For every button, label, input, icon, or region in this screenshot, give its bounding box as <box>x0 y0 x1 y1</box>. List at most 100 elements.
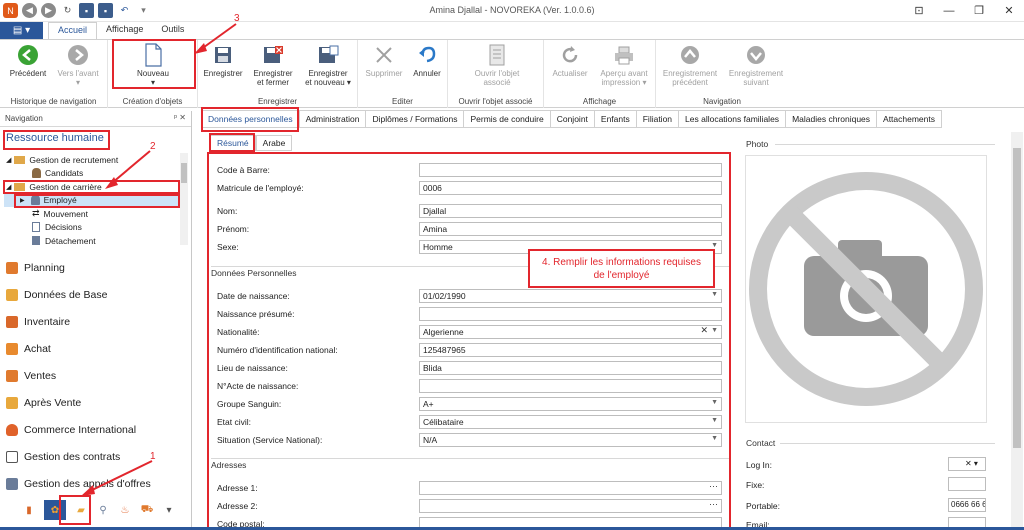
module-after-sales[interactable]: Après Vente <box>6 389 186 416</box>
printer-icon <box>615 46 633 65</box>
cancel-button[interactable]: Annuler <box>408 43 446 78</box>
tree-item-decisions[interactable]: Décisions <box>4 221 180 235</box>
undo-arrow-icon <box>419 46 436 63</box>
annotation-note: 4. Remplir les informations requises de … <box>528 249 715 288</box>
save-and-close-button[interactable]: Enregistrer et fermer <box>250 43 296 87</box>
delete-button[interactable]: Supprimer <box>364 43 404 78</box>
photo-area[interactable] <box>745 155 987 423</box>
refresh-button[interactable]: Actualiser <box>550 43 590 78</box>
tender-icon <box>6 477 18 490</box>
annotation-arrow-2 <box>105 150 151 189</box>
annotation-arrow-3 <box>194 23 237 54</box>
forward-button[interactable]: Vers l'avant ▾ <box>54 43 102 87</box>
login-select[interactable]: ✕ ▾ <box>948 457 986 471</box>
annotation-box-employee <box>14 194 180 208</box>
refresh-circle-icon <box>562 46 578 63</box>
annotation-box-form <box>207 152 731 530</box>
ribbon-tab-accueil[interactable]: Accueil <box>48 22 98 39</box>
window-title: Amina Djallal - NOVOREKA (Ver. 1.0.0.6) <box>429 5 595 15</box>
ribbon-tab-bar: ▤ ▾ Accueil Affichage Outils <box>0 22 1024 39</box>
document-list-icon <box>489 44 505 66</box>
ribbon-tab-affichage[interactable]: Affichage <box>97 22 152 39</box>
stamp-icon[interactable]: ⚲ <box>96 503 110 517</box>
annotation-box-hr <box>3 130 110 150</box>
tab-administration[interactable]: Administration <box>299 110 367 128</box>
module-sales[interactable]: Ventes <box>6 362 186 389</box>
no-camera-icon <box>749 172 983 406</box>
module-international[interactable]: Commerce International <box>6 416 186 443</box>
tab-driving-license[interactable]: Permis de conduire <box>464 110 551 128</box>
contact-label: Contact <box>746 438 776 448</box>
tab-attachments[interactable]: Attachements <box>877 110 943 128</box>
more-icon[interactable]: ▾ <box>162 503 176 517</box>
tree-item-detachment[interactable]: Détachement <box>4 234 180 245</box>
ribbon-group-navigation: Enregistrement précédent Enregistrement su… <box>656 40 788 108</box>
inventory-icon <box>6 315 18 328</box>
arrow-right-icon <box>68 45 88 65</box>
arrow-up-icon <box>681 46 699 64</box>
ribbon-display-icon[interactable]: ⊡ <box>904 0 934 21</box>
annotation-box-new <box>112 39 196 89</box>
contact-mobile-label: Portable: <box>746 501 781 511</box>
sales-icon <box>6 369 18 382</box>
cart-icon <box>6 342 18 355</box>
chart-icon[interactable]: ▮ <box>22 503 36 517</box>
minimize-icon[interactable]: — <box>934 0 964 21</box>
form-scrollbar[interactable] <box>1011 132 1023 530</box>
floppy-close-icon <box>264 46 283 63</box>
tab-diplomas[interactable]: Diplômes / Formations <box>366 110 465 128</box>
tab-filiation[interactable]: Filiation <box>636 110 680 128</box>
ribbon-group-history: Précédent Vers l'avant ▾ Historique de na… <box>0 40 108 108</box>
contact-phone-label: Fixe: <box>746 480 765 490</box>
flame-icon <box>6 423 18 436</box>
planning-icon <box>6 261 18 274</box>
car-icon[interactable]: ⛟ <box>140 503 154 517</box>
tab-spouse[interactable]: Conjoint <box>550 110 595 128</box>
clear-icon[interactable]: ✕ ▾ <box>965 459 978 468</box>
pin-close-icons[interactable]: ᵖ ✕ <box>174 113 186 122</box>
arrow-left-icon <box>18 45 38 65</box>
tree-item-movement[interactable]: ⇄ Mouvement <box>4 207 180 221</box>
tab-children[interactable]: Enfants <box>594 110 637 128</box>
tree-scrollbar[interactable] <box>180 153 188 245</box>
restore-icon[interactable]: ❐ <box>964 0 994 21</box>
annotation-arrow-1 <box>81 460 153 496</box>
delete-x-icon <box>376 47 392 63</box>
module-purchase[interactable]: Achat <box>6 335 186 362</box>
folder-icon <box>6 288 18 301</box>
ribbon-group-edit: Supprimer Annuler Editer <box>358 40 448 108</box>
menu-icon: ▤ ▾ <box>12 25 31 36</box>
tab-family-allowances[interactable]: Les allocations familiales <box>679 110 787 128</box>
detachment-icon <box>32 235 40 245</box>
movement-icon: ⇄ <box>32 208 40 219</box>
module-planning[interactable]: Planning <box>6 254 186 281</box>
nav-header: Navigation ᵖ ✕ <box>0 111 191 127</box>
folder-open-icon <box>6 396 18 409</box>
close-icon[interactable]: ✕ <box>994 0 1024 21</box>
module-inventory[interactable]: Inventaire <box>6 308 186 335</box>
save-and-new-button[interactable]: Enregistrer et nouveau ▾ <box>302 43 354 87</box>
module-shortcut-bar: ▮ ✿ ▰ ⚲ ♨ ⛟ ▾ <box>22 500 176 520</box>
content-tab-bar: Données personnelles Administration Dipl… <box>201 110 943 128</box>
tab-chronic-illness[interactable]: Maladies chroniques <box>786 110 878 128</box>
print-preview-button[interactable]: Aperçu avant impression ▾ <box>596 43 652 87</box>
previous-button[interactable]: Précédent <box>8 43 48 78</box>
module-base-data[interactable]: Données de Base <box>6 281 186 308</box>
file-menu-button[interactable]: ▤ ▾ <box>0 22 43 39</box>
subtab-arabic[interactable]: Arabe <box>255 135 293 151</box>
open-associated-button[interactable]: Ouvrir l'objet associé <box>462 43 532 87</box>
ribbon-tab-outils[interactable]: Outils <box>152 22 193 39</box>
document-icon <box>32 222 40 233</box>
expand-icon[interactable]: ◢ <box>6 156 11 164</box>
window-controls: ⊡ — ❐ ✕ <box>904 0 1024 21</box>
contact-login-label: Log In: <box>746 460 772 470</box>
photo-label: Photo <box>746 139 769 149</box>
phone-input[interactable] <box>948 477 986 491</box>
ribbon-group-display: Actualiser Aperçu avant impression ▾ Affi… <box>544 40 656 108</box>
previous-record-button[interactable]: Enregistrement précédent <box>658 43 722 87</box>
flame-icon[interactable]: ♨ <box>118 503 132 517</box>
next-record-button[interactable]: Enregistrement suivant <box>724 43 788 87</box>
person-icon <box>32 168 41 179</box>
annotation-box-personal-tab <box>201 107 299 132</box>
mobile-input[interactable]: 0666 66 6 <box>948 498 986 512</box>
